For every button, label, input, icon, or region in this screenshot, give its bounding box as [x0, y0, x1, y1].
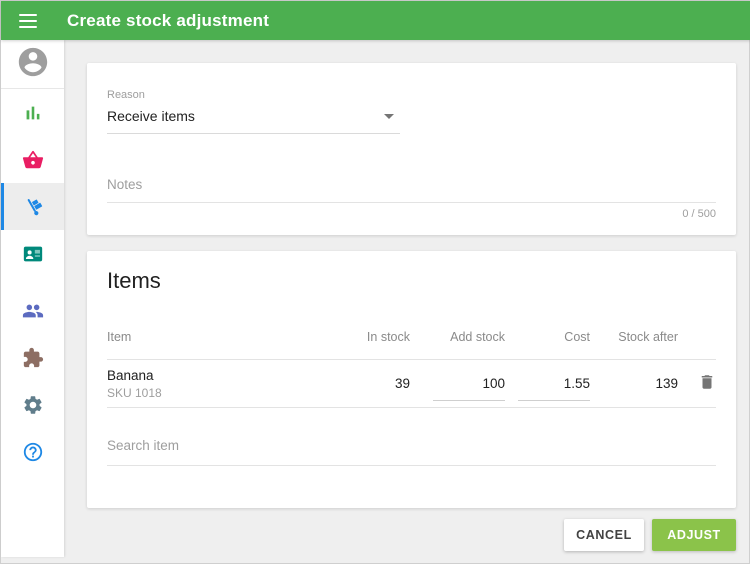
sidebar-item-reports[interactable] [1, 89, 64, 136]
adjust-button[interactable]: ADJUST [652, 519, 736, 551]
item-stock-after: 139 [655, 376, 678, 391]
sidebar-item-settings[interactable] [1, 381, 64, 428]
col-header-stock-after: Stock after [618, 330, 678, 344]
col-header-in-stock: In stock [366, 330, 410, 344]
app-header: Create stock adjustment [1, 1, 750, 40]
help-circle-icon [22, 441, 44, 463]
search-item-input[interactable] [107, 434, 716, 466]
sidebar-item-items[interactable] [1, 136, 64, 183]
reason-selected-value: Receive items [107, 108, 195, 124]
notes-field-wrap: 0 / 500 [107, 173, 716, 220]
bar-chart-icon [22, 102, 44, 124]
puzzle-piece-icon [22, 347, 44, 369]
contact-card-icon [22, 243, 44, 265]
col-header-item: Item [107, 330, 132, 344]
col-header-add-stock: Add stock [450, 330, 505, 344]
notes-input[interactable] [107, 173, 716, 203]
sidebar-item-apps[interactable] [1, 334, 64, 381]
sidebar-item-customers[interactable] [1, 230, 64, 277]
add-stock-input[interactable]: 100 [433, 376, 505, 401]
gear-icon [22, 394, 44, 416]
reason-label: Reason [107, 89, 145, 101]
item-sku: SKU 1018 [107, 385, 162, 400]
sidebar-item-help[interactable] [1, 428, 64, 475]
cost-input[interactable]: 1.55 [518, 376, 590, 401]
sidebar [1, 40, 64, 557]
items-table: Item In stock Add stock Cost Stock after… [107, 315, 716, 408]
notes-char-counter: 0 / 500 [682, 208, 716, 220]
hand-truck-icon [22, 196, 44, 218]
sidebar-item-employees[interactable] [1, 287, 64, 334]
delete-row-button[interactable] [698, 373, 716, 394]
trash-icon [698, 373, 716, 394]
shopping-basket-icon [22, 149, 44, 171]
items-card: Items Item In stock Add stock Cost Stock… [87, 251, 736, 508]
search-item-field-wrap [107, 434, 716, 466]
account-avatar-icon [16, 45, 50, 84]
hamburger-menu-icon[interactable] [19, 13, 37, 28]
page-title: Create stock adjustment [67, 10, 270, 30]
adjustment-form-card: Reason Receive items 0 / 500 [87, 63, 736, 235]
reason-select[interactable]: Reason Receive items [107, 89, 400, 134]
cancel-button[interactable]: CANCEL [564, 519, 644, 551]
sidebar-item-inventory[interactable] [1, 183, 64, 230]
people-icon [22, 300, 44, 322]
item-in-stock: 39 [394, 376, 410, 391]
sidebar-divider-gap [1, 277, 64, 287]
col-header-cost: Cost [564, 330, 590, 344]
item-name: Banana [107, 367, 154, 383]
table-row: Banana SKU 1018 39 100 1.55 139 [107, 360, 716, 408]
sidebar-item-account[interactable] [1, 40, 64, 89]
chevron-down-icon [384, 113, 394, 119]
items-table-header: Item In stock Add stock Cost Stock after [107, 315, 716, 360]
items-section-title: Items [107, 268, 161, 293]
